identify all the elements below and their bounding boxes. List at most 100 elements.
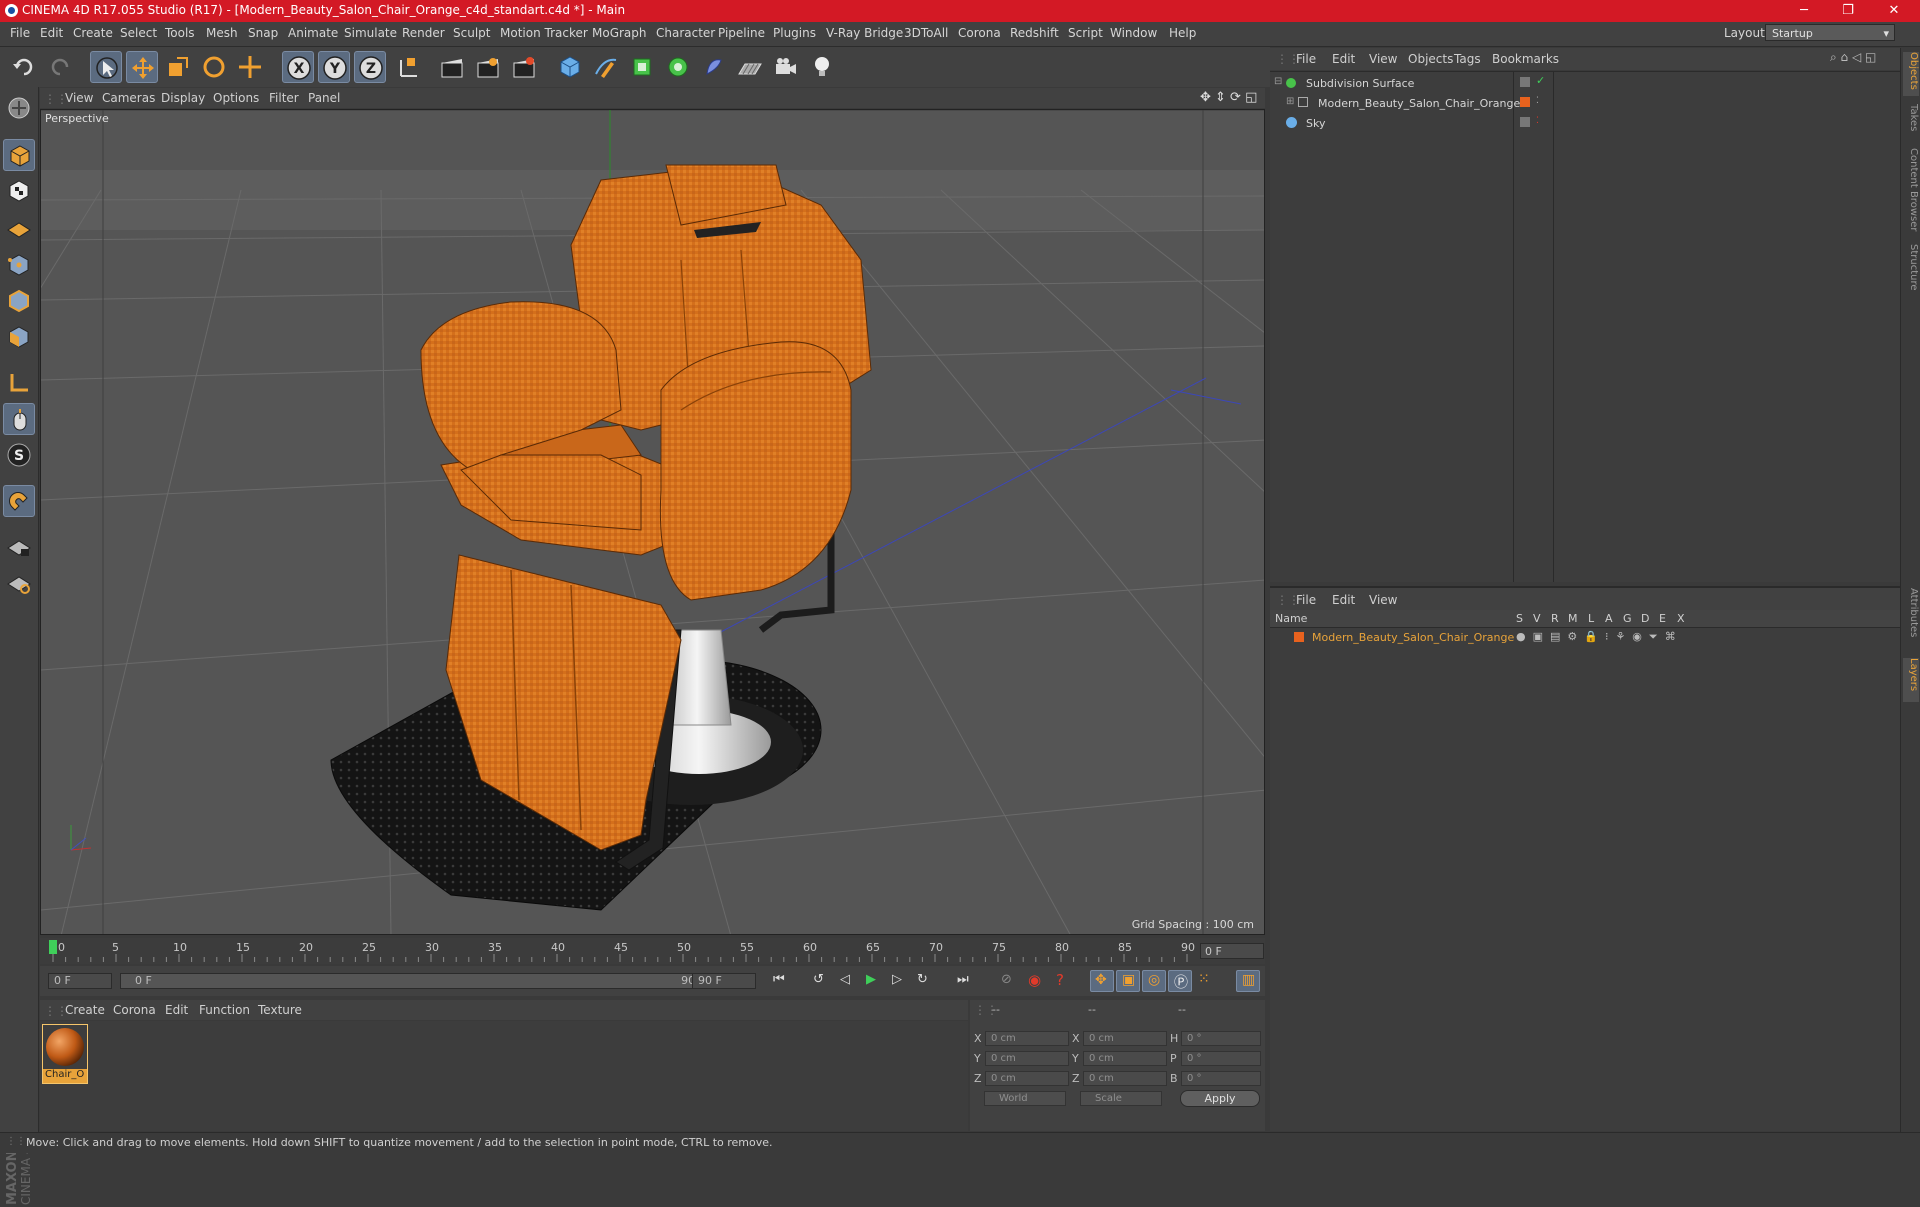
- material-menu-function[interactable]: Function: [199, 1003, 250, 1017]
- edges-mode-button[interactable]: [3, 285, 35, 317]
- column-solo[interactable]: S: [1516, 612, 1523, 625]
- end-frame-field[interactable]: 90 F: [692, 973, 756, 989]
- column-animation[interactable]: A: [1605, 612, 1613, 625]
- minimize-icon[interactable]: ─: [1784, 1, 1824, 21]
- viewport-menu-view[interactable]: View: [65, 91, 93, 105]
- rotation-b-field[interactable]: 0 °: [1181, 1071, 1261, 1086]
- current-frame-field[interactable]: 0 F: [1200, 943, 1264, 959]
- key-position-button[interactable]: ✥: [1090, 970, 1114, 992]
- tweak-mode-button[interactable]: [3, 403, 35, 435]
- menu-corona[interactable]: Corona: [958, 26, 1001, 40]
- object-menu-file[interactable]: File: [1296, 52, 1316, 66]
- menu-simulate[interactable]: Simulate: [344, 26, 397, 40]
- previous-key-button[interactable]: ↺: [808, 970, 832, 992]
- redo-button[interactable]: [44, 51, 76, 83]
- viewport-navigation-icons[interactable]: ✥ ⇕ ⟳ ◱: [1200, 90, 1257, 105]
- axis-mode-button[interactable]: [3, 367, 35, 399]
- menu-pipeline[interactable]: Pipeline: [718, 26, 765, 40]
- size-mode-dropdown[interactable]: Scale: [1080, 1091, 1162, 1106]
- menu-create[interactable]: Create: [73, 26, 113, 40]
- add-nurbs-button[interactable]: [626, 51, 658, 83]
- locked-workplane-button[interactable]: [3, 531, 35, 563]
- live-selection-button[interactable]: [90, 51, 122, 83]
- menu-render[interactable]: Render: [402, 26, 445, 40]
- column-render[interactable]: R: [1551, 612, 1559, 625]
- rotation-p-field[interactable]: 0 °: [1181, 1051, 1261, 1066]
- menu-motion-tracker[interactable]: Motion Tracker: [500, 26, 588, 40]
- viewport-menu-display[interactable]: Display: [161, 91, 205, 105]
- collapse-icon[interactable]: ⊟: [1274, 76, 1282, 87]
- position-z-field[interactable]: 0 cm: [985, 1071, 1069, 1086]
- make-editable-button[interactable]: [3, 92, 35, 124]
- add-deformer-button[interactable]: [698, 51, 730, 83]
- play-button[interactable]: ▶: [860, 970, 884, 992]
- go-to-start-button[interactable]: ⏮: [768, 970, 792, 992]
- key-pla-button[interactable]: ⁙: [1194, 970, 1218, 992]
- add-camera-button[interactable]: [770, 51, 802, 83]
- key-rotation-button[interactable]: ◎: [1142, 970, 1166, 992]
- menu-select[interactable]: Select: [120, 26, 157, 40]
- menu-snap[interactable]: Snap: [248, 26, 278, 40]
- x-axis-button[interactable]: X: [282, 51, 314, 83]
- layer-menu-edit[interactable]: Edit: [1332, 593, 1355, 607]
- column-view[interactable]: V: [1533, 612, 1541, 625]
- close-icon[interactable]: ✕: [1874, 1, 1914, 21]
- planar-workplane-button[interactable]: [3, 567, 35, 599]
- previous-frame-button[interactable]: ◁: [834, 970, 858, 992]
- menu-animate[interactable]: Animate: [288, 26, 338, 40]
- rotate-button[interactable]: [198, 51, 230, 83]
- preview-range-slider[interactable]: 0 F 90 F: [120, 973, 724, 989]
- viewport-menu-cameras[interactable]: Cameras: [102, 91, 155, 105]
- size-y-field[interactable]: 0 cm: [1083, 1051, 1167, 1066]
- material-menu-edit[interactable]: Edit: [165, 1003, 188, 1017]
- scale-button[interactable]: [162, 51, 194, 83]
- column-expressions[interactable]: E: [1659, 612, 1666, 625]
- object-row-chair[interactable]: ⊞ Modern_Beauty_Salon_Chair_Orange ⁚: [1270, 94, 1900, 113]
- viewport-menu-filter[interactable]: Filter: [269, 91, 299, 105]
- object-manager-nav-icons[interactable]: ⌕ ⌂ ◁ ◱: [1830, 50, 1876, 65]
- z-axis-button[interactable]: Z: [354, 51, 386, 83]
- texture-mode-button[interactable]: [3, 175, 35, 207]
- menu-redshift[interactable]: Redshift: [1010, 26, 1059, 40]
- transform-button[interactable]: [234, 51, 266, 83]
- menu-file[interactable]: File: [10, 26, 30, 40]
- enabled-check-icon[interactable]: ✓: [1536, 74, 1545, 87]
- object-menu-bookmarks[interactable]: Bookmarks: [1492, 52, 1559, 66]
- soft-selection-button[interactable]: S: [3, 439, 35, 471]
- expand-icon[interactable]: ⊞: [1286, 96, 1294, 107]
- y-axis-button[interactable]: Y: [318, 51, 350, 83]
- menu-window[interactable]: Window: [1110, 26, 1157, 40]
- start-frame-field[interactable]: 0 F: [48, 973, 112, 989]
- layer-row[interactable]: Modern_Beauty_Salon_Chair_Orange ●▣▤⚙🔒⁝⚘…: [1270, 628, 1900, 646]
- layer-menu-view[interactable]: View: [1369, 593, 1397, 607]
- next-key-button[interactable]: ↻: [912, 970, 936, 992]
- timeline-ruler[interactable]: 0 5 10 15 20 25 30 35 40 45 50 55 60 65 …: [40, 938, 1265, 964]
- tab-attributes[interactable]: Attributes: [1903, 588, 1919, 652]
- column-deformers[interactable]: D: [1641, 612, 1649, 625]
- menu-edit[interactable]: Edit: [40, 26, 63, 40]
- 3d-viewport[interactable]: Perspective Grid Spacing : 100 cm: [40, 109, 1265, 935]
- layer-tag-icon[interactable]: [1520, 117, 1530, 127]
- menu-character[interactable]: Character: [656, 26, 715, 40]
- material-menu-texture[interactable]: Texture: [258, 1003, 302, 1017]
- model-mode-button[interactable]: [3, 139, 35, 171]
- layer-color-swatch[interactable]: [1294, 632, 1304, 642]
- object-row-subdivision-surface[interactable]: ⊟ Subdivision Surface ✓: [1270, 74, 1900, 93]
- layer-tag-icon[interactable]: [1520, 77, 1530, 87]
- viewport-menu-panel[interactable]: Panel: [308, 91, 340, 105]
- points-mode-button[interactable]: [3, 249, 35, 281]
- size-z-field[interactable]: 0 cm: [1083, 1071, 1167, 1086]
- column-manager[interactable]: M: [1568, 612, 1578, 625]
- coordinate-space-dropdown[interactable]: World: [984, 1091, 1066, 1106]
- material-menu-corona[interactable]: Corona: [113, 1003, 156, 1017]
- visibility-dots-icon[interactable]: ⁚: [1536, 96, 1539, 106]
- render-view-button[interactable]: [436, 51, 468, 83]
- apply-button[interactable]: Apply: [1180, 1090, 1260, 1107]
- size-x-field[interactable]: 0 cm: [1083, 1031, 1167, 1046]
- visibility-dots-icon[interactable]: ⁚: [1536, 116, 1539, 126]
- column-locked[interactable]: L: [1588, 612, 1594, 625]
- menu-help[interactable]: Help: [1169, 26, 1196, 40]
- render-settings-button[interactable]: [508, 51, 540, 83]
- object-row-sky[interactable]: Sky ⁚: [1270, 114, 1900, 133]
- material-menu-create[interactable]: Create: [65, 1003, 105, 1017]
